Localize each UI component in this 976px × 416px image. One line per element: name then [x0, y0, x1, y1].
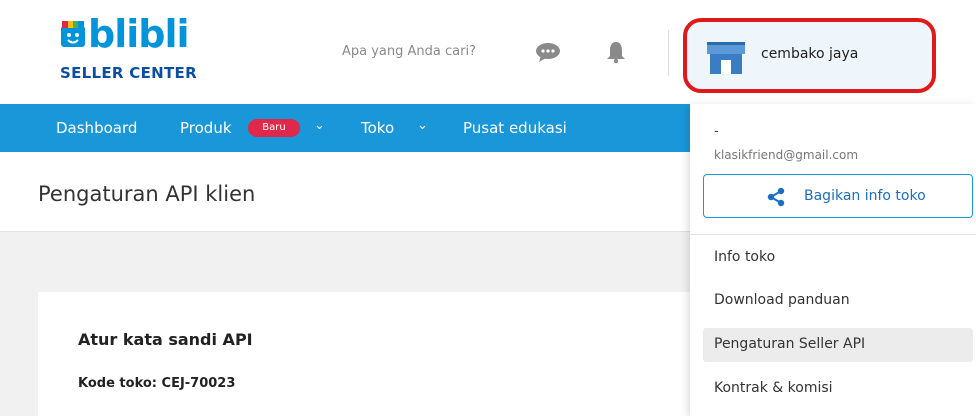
top-header: blibli SELLER CENTER Apa yang Anda cari?…	[0, 0, 976, 104]
account-email: klasikfriend@gmail.com	[714, 148, 859, 162]
chevron-down-icon[interactable]: ⌄	[314, 118, 325, 133]
share-button-label: Bagikan info toko	[804, 188, 926, 204]
account-dropdown-menu: - klasikfriend@gmail.com Bagikan info to…	[690, 104, 976, 416]
page-title: Pengaturan API klien	[38, 182, 256, 206]
nav-item-dashboard[interactable]: Dashboard	[56, 119, 137, 137]
nav-item-produk[interactable]: Produk	[180, 119, 232, 137]
store-account-button[interactable]: cembako jaya	[683, 18, 936, 93]
store-avatar-icon	[707, 42, 745, 74]
logo-subtitle: SELLER CENTER	[60, 64, 197, 82]
account-name: -	[714, 124, 719, 139]
nav-item-toko[interactable]: Toko	[361, 119, 394, 137]
share-store-info-button[interactable]: Bagikan info toko	[703, 174, 973, 218]
menu-item-info-toko[interactable]: Info toko	[714, 249, 775, 265]
search-input[interactable]: Apa yang Anda cari?	[342, 44, 476, 59]
chat-icon[interactable]	[535, 42, 561, 62]
share-icon	[767, 187, 785, 207]
menu-item-kontrak-komisi[interactable]: Kontrak & komisi	[714, 380, 833, 396]
new-badge: Baru	[248, 119, 300, 137]
store-code: Kode toko: CEJ-70023	[78, 376, 236, 391]
store-name: cembako jaya	[761, 46, 859, 62]
shopping-bag-icon	[61, 21, 85, 47]
logo-wordmark: blibli	[88, 12, 190, 56]
menu-item-pengaturan-seller-api[interactable]: Pengaturan Seller API	[714, 336, 865, 352]
blibli-logo[interactable]: blibli SELLER CENTER	[60, 12, 210, 88]
dropdown-divider	[690, 234, 976, 235]
card-title: Atur kata sandi API	[78, 330, 253, 349]
nav-item-pusat-edukasi[interactable]: Pusat edukasi	[463, 119, 567, 137]
bell-icon[interactable]	[606, 40, 626, 64]
header-divider	[668, 30, 669, 76]
chevron-down-icon[interactable]: ⌄	[417, 118, 428, 133]
menu-item-download-panduan[interactable]: Download panduan	[714, 292, 850, 308]
